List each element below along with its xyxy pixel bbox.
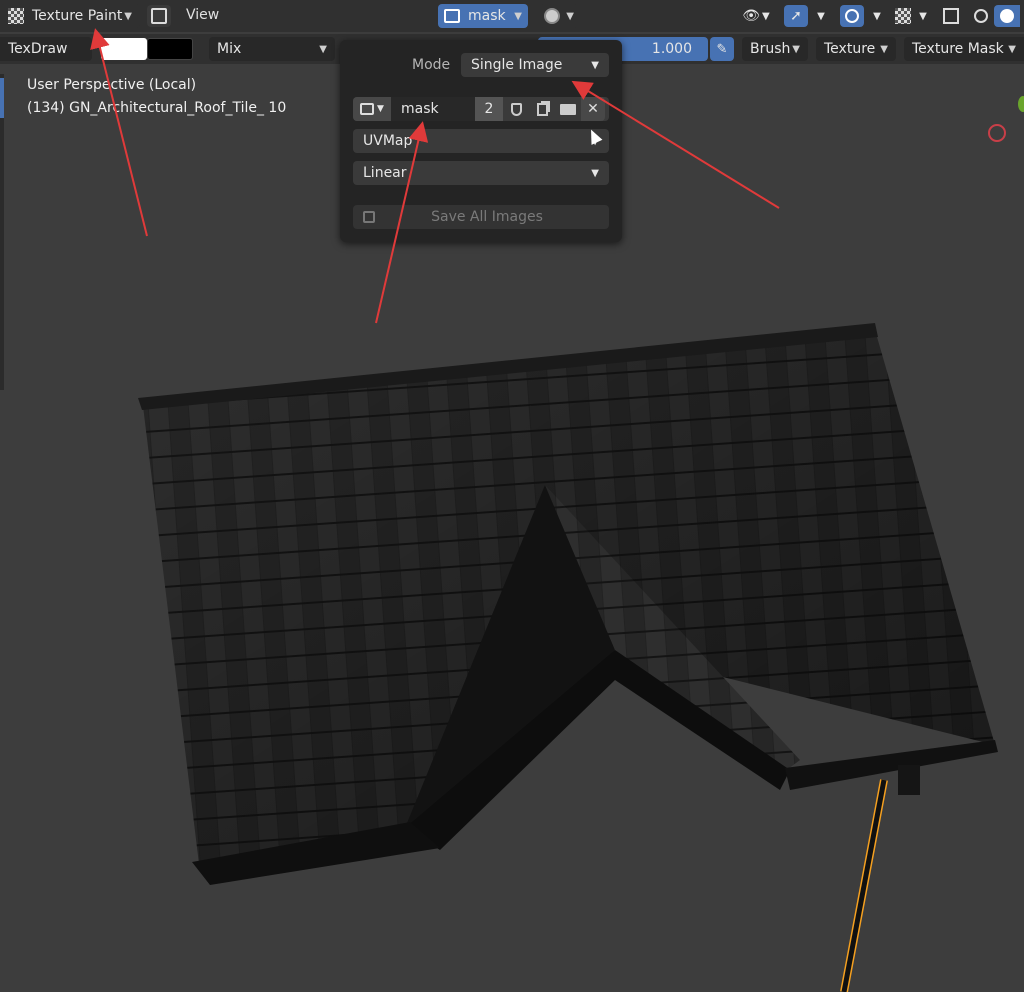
save-all-images-button[interactable]: Save All Images [353,205,609,229]
image-datablock-row: ▼ mask 2 ✕ [353,97,609,121]
duplicate-image-button[interactable] [529,97,555,121]
save-all-label: Save All Images [431,209,543,225]
image-users-count[interactable]: 2 [475,97,503,121]
shield-icon [510,102,522,116]
fake-user-button[interactable] [503,97,529,121]
image-icon [360,103,375,115]
folder-icon [560,103,576,115]
interpolation-value: Linear [363,165,407,181]
image-name-field[interactable]: mask [391,97,475,121]
paint-mode-dropdown[interactable]: Single Image ▼ [461,53,609,77]
image-browse-button[interactable]: ▼ [353,97,391,121]
image-paint-popup: Mode Single Image ▼ ▼ mask 2 ✕ UVMap ▼ L… [340,40,622,242]
image-name: mask [401,101,439,117]
save-icon [363,211,375,223]
interpolation-dropdown[interactable]: Linear ▼ [353,161,609,185]
unlink-image-button[interactable]: ✕ [581,97,605,121]
gutter-right [785,740,998,790]
downpipe-joint [898,765,920,795]
chevron-down-icon: ▼ [591,167,599,179]
open-image-button[interactable] [555,97,581,121]
downpipe-inner [841,779,887,992]
uv-map-value: UVMap [363,133,413,149]
users-count-value: 2 [484,101,494,117]
paint-mode-value: Single Image [471,57,563,73]
mode-field-label: Mode [412,57,451,73]
uv-map-dropdown[interactable]: UVMap ▼ [353,129,609,153]
chevron-down-icon: ▼ [591,59,599,71]
close-icon: ✕ [587,101,599,117]
duplicate-icon [536,102,548,116]
